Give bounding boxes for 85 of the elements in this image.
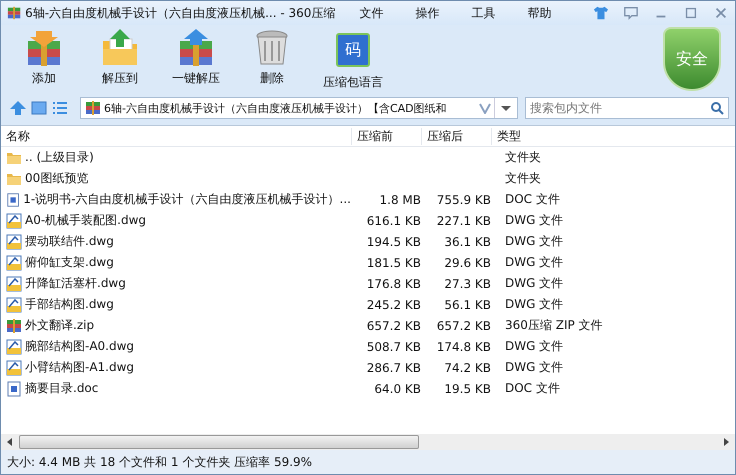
toolbar-button[interactable]: 删除 <box>237 29 307 87</box>
size-cell: 194.5 KB <box>366 234 421 248</box>
file-name[interactable]: A0-机械手装配图.dwg <box>25 212 146 229</box>
type-cell: DWG 文件 <box>505 297 564 311</box>
language-icon: 码 <box>336 33 370 67</box>
list-view-icon[interactable] <box>51 100 69 116</box>
archive-icon <box>7 5 22 21</box>
file-name[interactable]: 1-说明书-六自由度机械手设计（六自由度液压机械手设计）... <box>23 191 351 208</box>
packed-size-cell: 657.2 KB <box>436 318 491 332</box>
file-name[interactable]: 小臂结构图-A1.dwg <box>25 359 134 376</box>
size-cell: 657.2 KB <box>366 318 421 332</box>
file-name[interactable]: 摘要目录.doc <box>25 380 98 397</box>
file-name[interactable]: 升降缸活塞杆.dwg <box>25 275 126 292</box>
size-cell: 245.2 KB <box>366 298 421 312</box>
column-header[interactable]: 类型 <box>491 128 735 144</box>
size-cell: 1.8 MB <box>380 192 421 206</box>
scrollbar-thumb[interactable] <box>19 435 419 449</box>
archive-icon <box>6 318 22 334</box>
type-cell: DWG 文件 <box>505 255 564 269</box>
packed-size-cell: 36.1 KB <box>444 234 491 248</box>
size-cell: 286.7 KB <box>366 360 421 374</box>
drawing-file-icon <box>6 276 22 292</box>
file-name[interactable]: 外文翻译.zip <box>25 317 94 334</box>
search-field[interactable]: 搜索包内文件 <box>525 97 729 119</box>
archive-icon <box>85 100 101 116</box>
folder-arrow-icon <box>100 29 140 67</box>
column-header[interactable]: 压缩前 <box>351 128 421 144</box>
menu-item[interactable]: 操作 <box>415 4 440 22</box>
status-text: 大小: 4.4 MB 共 18 个文件和 1 个文件夹 压缩率 59.9% <box>7 454 312 470</box>
window-title: 6轴-六自由度机械手设计（六自由度液压机械... - 360压缩 <box>25 4 336 22</box>
packed-size-cell: 227.1 KB <box>436 214 491 228</box>
type-cell: DOC 文件 <box>505 192 560 206</box>
file-name[interactable]: 摆动联结件.dwg <box>25 233 114 250</box>
packed-size-cell: 755.9 KB <box>436 192 491 206</box>
up-arrow-icon[interactable] <box>9 100 27 116</box>
size-cell: 64.0 KB <box>374 382 421 396</box>
chevron-icon[interactable] <box>479 102 491 114</box>
type-cell: DWG 文件 <box>505 339 564 353</box>
drawing-file-icon <box>6 254 22 270</box>
toolbar-button[interactable]: 码 压缩包语言 <box>313 29 393 91</box>
drawing-file-icon <box>6 338 22 354</box>
packed-size-cell: 56.1 KB <box>444 298 491 312</box>
file-name[interactable]: 00图纸预览 <box>25 170 88 187</box>
packed-size-cell: 29.6 KB <box>444 256 491 270</box>
drawing-file-icon <box>6 360 22 376</box>
packed-size-cell: 74.2 KB <box>444 360 491 374</box>
file-name[interactable]: .. (上级目录) <box>25 149 94 166</box>
packed-size-cell: 27.3 KB <box>444 276 491 290</box>
type-cell: DWG 文件 <box>505 213 564 227</box>
scroll-left-icon[interactable] <box>5 437 15 447</box>
toolbar-button[interactable]: 一键解压 <box>161 29 231 87</box>
drawing-file-icon <box>6 234 22 250</box>
shirt-icon[interactable] <box>593 5 610 21</box>
document-icon <box>6 192 20 208</box>
type-cell: DWG 文件 <box>505 276 564 290</box>
toolbar-button[interactable]: 解压到 <box>85 29 155 87</box>
type-cell: 文件夹 <box>505 171 541 185</box>
toolbar-button[interactable]: 添加 <box>9 29 79 87</box>
type-cell: DOC 文件 <box>505 381 560 395</box>
drawing-file-icon <box>6 212 22 228</box>
column-header[interactable]: 名称 <box>1 128 351 144</box>
size-cell: 176.8 KB <box>366 276 421 290</box>
address-field[interactable]: 6轴-六自由度机械手设计（六自由度液压机械手设计）【含CAD图纸和 <box>80 97 518 119</box>
size-cell: 181.5 KB <box>366 256 421 270</box>
menu-item[interactable]: 工具 <box>471 4 496 22</box>
document-icon <box>6 380 22 396</box>
column-header[interactable]: 压缩后 <box>421 128 491 144</box>
menu-item[interactable]: 帮助 <box>527 4 552 22</box>
type-cell: 360压缩 ZIP 文件 <box>505 318 603 332</box>
file-name[interactable]: 俯仰缸支架.dwg <box>25 254 114 271</box>
feedback-icon[interactable] <box>623 5 640 21</box>
file-name[interactable]: 腕部结构图-A0.dwg <box>25 338 134 355</box>
type-cell: 文件夹 <box>505 150 541 164</box>
size-cell: 616.1 KB <box>366 214 421 228</box>
scroll-right-icon[interactable] <box>721 437 731 447</box>
drawing-file-icon <box>6 296 22 312</box>
thumbnail-view-icon[interactable] <box>30 100 48 116</box>
packed-size-cell: 174.8 KB <box>436 340 491 354</box>
file-name[interactable]: 手部结构图.dwg <box>25 296 114 313</box>
packed-size-cell: 19.5 KB <box>444 382 491 396</box>
type-cell: DWG 文件 <box>505 234 564 248</box>
size-cell: 508.7 KB <box>366 340 421 354</box>
type-cell: DWG 文件 <box>505 360 564 374</box>
menu-item[interactable]: 文件 <box>359 4 384 22</box>
search-icon[interactable] <box>710 101 724 115</box>
